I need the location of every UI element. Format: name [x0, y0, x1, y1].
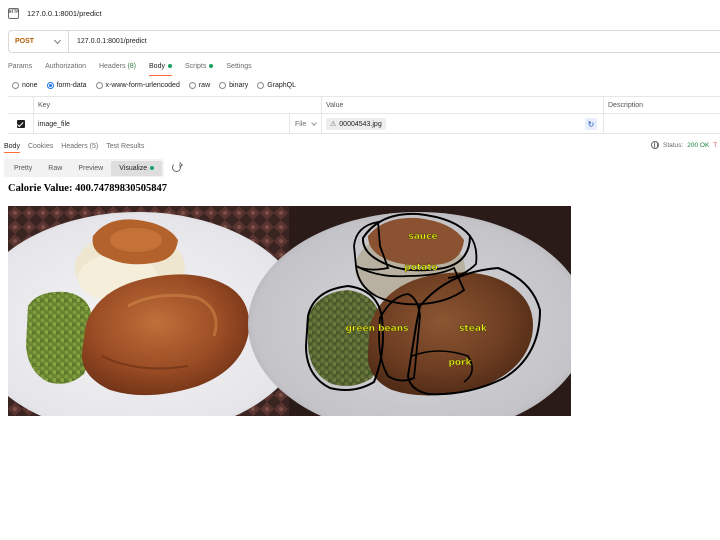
tab-raw[interactable]: Raw	[40, 161, 70, 176]
tab-settings[interactable]: Settings	[226, 59, 251, 73]
calorie-value-heading: Calorie Value: 400.74789830505847	[8, 183, 167, 194]
tab-preview[interactable]: Preview	[70, 161, 111, 176]
headers-count: (8)	[127, 62, 137, 70]
table-row: image_file File ⚠ 00004543.jpg ↻	[8, 114, 720, 134]
header-description: Description	[608, 101, 644, 109]
view-tab-label: Visualize	[119, 164, 148, 172]
tab-response-body[interactable]: Body	[4, 143, 20, 153]
field-type-label: File	[295, 120, 307, 128]
response-status: Status: 200 OK T	[651, 141, 717, 149]
tab-response-headers[interactable]: Headers (5)	[61, 143, 98, 150]
visualize-status-dot	[150, 166, 155, 170]
label-steak: steak	[459, 324, 488, 334]
chevron-down-icon	[311, 120, 318, 126]
body-type-urlencoded[interactable]: x-www-form-urlencoded	[95, 81, 180, 89]
label-sauce: sauce	[408, 232, 437, 242]
radio-button[interactable]	[188, 81, 196, 89]
key-cell[interactable]: image_file File	[34, 114, 322, 134]
tab-label: Headers	[98, 62, 126, 70]
response-view-tabs: Pretty Raw Preview Visualize	[4, 159, 165, 177]
radio-button[interactable]	[95, 81, 103, 89]
url-bar: POST 127.0.0.1:8001/predict	[8, 30, 720, 53]
warning-icon: ⚠	[330, 121, 337, 128]
radio-label: raw	[198, 81, 211, 89]
field-type-select[interactable]: File	[289, 114, 321, 134]
request-tab-title[interactable]: 127.0.0.1:8001/predict	[27, 9, 102, 18]
label-pork: pork	[448, 358, 472, 368]
radio-label: x-www-form-urlencoded	[105, 81, 180, 89]
key-text: image_file	[38, 120, 70, 128]
body-type-options: none form-data x-www-form-urlencoded raw…	[12, 80, 305, 90]
chevron-down-icon	[53, 36, 62, 44]
file-name: 00004543.jpg	[339, 120, 382, 128]
body-type-binary[interactable]: binary	[219, 81, 249, 89]
radio-label: none	[22, 81, 38, 89]
header-key: Key	[34, 97, 322, 113]
body-type-none[interactable]: none	[12, 81, 38, 89]
radio-button[interactable]	[257, 81, 265, 89]
radio-label: form-data	[56, 81, 87, 89]
radio-label: binary	[229, 81, 249, 89]
header-value: Value	[322, 97, 604, 113]
status-truncated: T	[713, 141, 718, 149]
refresh-icon[interactable]	[172, 163, 181, 172]
tab-params[interactable]: Params	[8, 59, 32, 73]
tab-label: Authorization	[45, 62, 86, 70]
row-check-cell	[8, 114, 34, 134]
status-value[interactable]: 200 OK	[687, 142, 709, 149]
upload-file-icon[interactable]: ↻	[585, 118, 597, 130]
value-cell[interactable]: ⚠ 00004543.jpg ↻	[322, 114, 604, 134]
tab-body[interactable]: Body	[149, 59, 172, 76]
tab-authorization[interactable]: Authorization	[45, 59, 86, 73]
body-type-raw[interactable]: raw	[188, 81, 211, 89]
view-tab-label: Raw	[48, 164, 63, 172]
tab-test-results[interactable]: Test Results	[106, 143, 144, 150]
radio-button[interactable]	[219, 81, 227, 89]
table-header-row: Key Value Description	[8, 97, 720, 114]
tab-label: Body	[149, 62, 165, 70]
form-data-table: Key Value Description image_file File ⚠ …	[8, 96, 720, 134]
status-label: Status:	[663, 141, 684, 149]
url-input[interactable]: 127.0.0.1:8001/predict	[77, 38, 147, 45]
tab-pretty[interactable]: Pretty	[6, 161, 40, 176]
view-tab-label: Preview	[78, 164, 104, 172]
food-image-svg: sauce potato green beans steak pork	[8, 206, 571, 416]
tab-label: Scripts	[184, 62, 207, 70]
request-tabs: Params Authorization Headers (8) Body Scr…	[8, 59, 265, 76]
header-check-cell	[8, 97, 34, 113]
method-select[interactable]: POST	[9, 31, 69, 52]
label-potato: potato	[404, 263, 438, 273]
tab-headers[interactable]: Headers (8)	[99, 59, 136, 73]
globe-icon[interactable]	[651, 141, 659, 149]
tab-visualize[interactable]: Visualize	[111, 160, 163, 176]
description-cell[interactable]	[604, 114, 720, 134]
segmentation-result-image: sauce potato green beans steak pork	[8, 206, 571, 416]
body-type-form-data[interactable]: form-data	[46, 81, 87, 89]
body-type-graphql[interactable]: GraphQL	[257, 81, 296, 89]
body-status-dot	[167, 64, 172, 68]
title-bar: HTTP 127.0.0.1:8001/predict	[0, 0, 720, 26]
file-chip[interactable]: ⚠ 00004543.jpg	[326, 118, 386, 130]
method-label: POST	[15, 38, 35, 45]
radio-button[interactable]	[12, 81, 19, 89]
tab-label: Params	[8, 62, 33, 70]
radio-button[interactable]	[46, 81, 54, 89]
http-icon: HTTP	[8, 7, 19, 19]
scripts-status-dot	[209, 64, 214, 68]
tab-response-cookies[interactable]: Cookies	[28, 143, 53, 150]
tab-label: Settings	[226, 62, 252, 70]
label-green-beans: green beans	[345, 324, 408, 334]
tab-scripts[interactable]: Scripts	[184, 59, 214, 73]
response-tabs: Body Cookies Headers (5) Test Results	[4, 140, 152, 153]
radio-label: GraphQL	[267, 81, 296, 89]
row-enabled-checkbox[interactable]	[16, 120, 25, 128]
view-tab-label: Pretty	[14, 164, 33, 172]
